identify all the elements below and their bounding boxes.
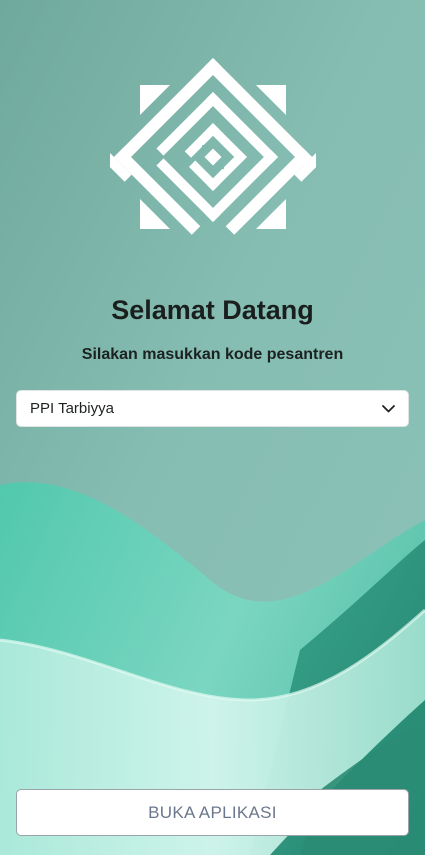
welcome-subtitle: Silakan masukkan kode pesantren <box>81 346 344 363</box>
welcome-title: Selamat Datang <box>111 295 314 325</box>
kufic-calligraphy-logo-icon <box>110 58 316 235</box>
chevron-down-icon <box>381 402 395 416</box>
open-app-button[interactable]: BUKA APLIKASI <box>16 789 409 836</box>
pesantren-code-select[interactable]: PPI Tarbiyya <box>16 390 409 427</box>
pesantren-select-value: PPI Tarbiyya <box>30 400 114 417</box>
